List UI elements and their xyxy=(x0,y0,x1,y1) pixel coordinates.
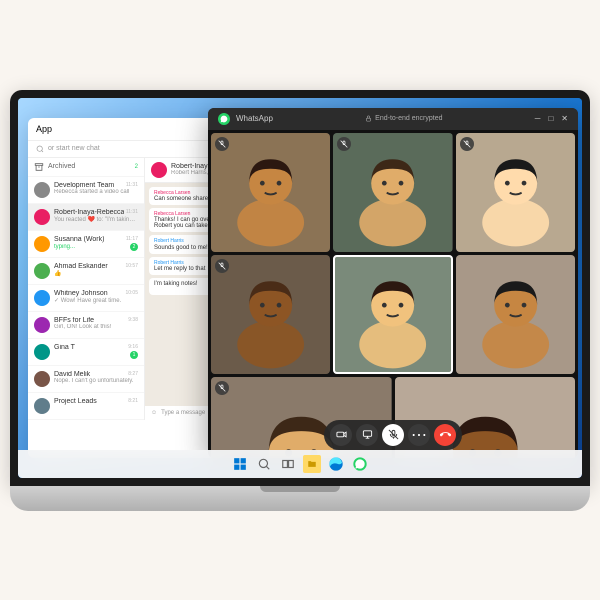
laptop-frame: App ⋮ or start new chat Archived xyxy=(10,90,590,511)
whatsapp-taskbar-icon[interactable] xyxy=(351,455,369,473)
chat-preview: 👍 xyxy=(54,270,61,277)
encryption-indicator: End-to-end encrypted xyxy=(365,115,442,122)
chat-item[interactable]: Whitney Johnson 10:05 ✓ Wow! Have great … xyxy=(28,285,144,312)
camera-button[interactable] xyxy=(330,424,352,446)
screen-bezel: App ⋮ or start new chat Archived xyxy=(10,90,590,486)
video-participant[interactable] xyxy=(211,133,330,252)
lock-icon xyxy=(365,115,372,122)
encryption-label: End-to-end encrypted xyxy=(375,115,442,122)
muted-icon xyxy=(215,259,229,273)
chat-time: 8:21 xyxy=(128,398,138,404)
archived-label: Archived xyxy=(48,163,75,170)
chat-preview: ✓ Wow! Have great time. xyxy=(54,297,121,304)
end-call-button[interactable] xyxy=(434,424,456,446)
unread-badge: 1 xyxy=(130,351,138,359)
call-controls: ⋯ xyxy=(324,420,462,450)
chat-preview: typing... xyxy=(54,244,75,250)
chat-name: David Melik xyxy=(54,371,90,378)
archive-icon xyxy=(34,162,44,172)
chat-item[interactable]: Gina T 9:16 1 xyxy=(28,339,144,366)
participant-video xyxy=(333,133,452,252)
chat-name: BFFs for Life xyxy=(54,317,94,324)
maximize-button[interactable]: □ xyxy=(548,114,553,123)
chat-time: 10:57 xyxy=(125,263,138,269)
video-call-window[interactable]: WhatsApp End-to-end encrypted ─ □ ✕ xyxy=(208,108,578,458)
windows-taskbar xyxy=(18,450,582,478)
screen-share-button[interactable] xyxy=(356,424,378,446)
unread-badge: 2 xyxy=(130,243,138,251)
emoji-icon[interactable]: ☺ xyxy=(151,410,157,416)
video-participant[interactable] xyxy=(211,255,330,374)
chat-name: Whitney Johnson xyxy=(54,290,108,297)
muted-icon xyxy=(460,137,474,151)
participant-video xyxy=(333,255,452,374)
avatar xyxy=(34,236,50,252)
avatar xyxy=(34,317,50,333)
video-app-name: WhatsApp xyxy=(236,114,273,123)
chat-item[interactable]: BFFs for Life 9:38 Girl, ON! Look at thi… xyxy=(28,312,144,339)
video-participant[interactable] xyxy=(333,133,452,252)
avatar xyxy=(34,290,50,306)
chat-time: 9:16 xyxy=(128,344,138,350)
chat-item[interactable]: Susanna (Work) 11:17 typing... 2 xyxy=(28,231,144,258)
chat-time: 11:17 xyxy=(126,236,138,242)
chat-preview: Girl, ON! Look at this! xyxy=(54,324,111,330)
explorer-icon[interactable] xyxy=(303,455,321,473)
muted-icon xyxy=(215,137,229,151)
avatar xyxy=(34,371,50,387)
chat-item[interactable]: Project Leads 8:21 xyxy=(28,393,144,420)
archived-row[interactable]: Archived 2 xyxy=(28,158,144,177)
mic-button[interactable] xyxy=(382,424,404,446)
more-options-button[interactable]: ⋯ xyxy=(408,424,430,446)
minimize-button[interactable]: ─ xyxy=(535,114,541,123)
avatar xyxy=(34,182,50,198)
chat-name: Project Leads xyxy=(54,398,97,405)
edge-icon[interactable] xyxy=(327,455,345,473)
chat-name: Susanna (Work) xyxy=(54,236,104,243)
avatar xyxy=(34,398,50,414)
chat-name: Gina T xyxy=(54,344,75,351)
avatar xyxy=(34,263,50,279)
chat-preview: You reacted ❤️ to: "I'm taking n... xyxy=(54,216,138,223)
avatar xyxy=(34,209,50,225)
laptop-base xyxy=(10,486,590,511)
whatsapp-icon xyxy=(218,113,230,125)
video-titlebar: WhatsApp End-to-end encrypted ─ □ ✕ xyxy=(208,108,578,130)
chat-item[interactable]: Robert-Inaya-Rebecca 11:31 You reacted ❤… xyxy=(28,204,144,231)
video-participant[interactable] xyxy=(333,255,452,374)
archived-count: 2 xyxy=(135,164,138,170)
participant-video xyxy=(456,255,575,374)
chat-time: 8:27 xyxy=(128,371,138,377)
chat-name: Development Team xyxy=(54,182,114,189)
participant-video xyxy=(456,133,575,252)
video-participant[interactable] xyxy=(456,255,575,374)
chat-item[interactable]: Ahmad Eskander 10:57 👍 xyxy=(28,258,144,285)
close-button[interactable]: ✕ xyxy=(561,114,568,123)
chat-name: Robert-Inaya-Rebecca xyxy=(54,209,124,216)
video-grid: I'm taking notes! xyxy=(208,130,578,458)
avatar xyxy=(34,344,50,360)
muted-icon xyxy=(337,137,351,151)
search-icon xyxy=(36,145,44,153)
chat-item[interactable]: David Melik 8:27 Nope. I can't go unfort… xyxy=(28,366,144,393)
desktop-screen: App ⋮ or start new chat Archived xyxy=(18,98,582,478)
chat-time: 9:38 xyxy=(128,317,138,323)
video-participant[interactable] xyxy=(456,133,575,252)
window-controls: ─ □ ✕ xyxy=(535,114,568,123)
participant-video xyxy=(211,133,330,252)
chat-name: Ahmad Eskander xyxy=(54,263,108,270)
chat-item[interactable]: Development Team 11:31 Rebecca started a… xyxy=(28,177,144,204)
search-taskbar-icon[interactable] xyxy=(255,455,273,473)
chat-preview: Nope. I can't go unfortunately. xyxy=(54,378,133,384)
participant-video xyxy=(211,255,330,374)
chat-time: 11:31 xyxy=(126,182,138,188)
chat-sidebar: Archived 2 Development Team 11:31 Rebecc… xyxy=(28,158,145,420)
start-button[interactable] xyxy=(231,455,249,473)
chat-preview: Rebecca started a video call xyxy=(54,189,129,195)
chat-time: 10:05 xyxy=(125,290,138,296)
chat-time: 11:31 xyxy=(126,209,138,215)
avatar xyxy=(151,162,167,178)
task-view-icon[interactable] xyxy=(279,455,297,473)
